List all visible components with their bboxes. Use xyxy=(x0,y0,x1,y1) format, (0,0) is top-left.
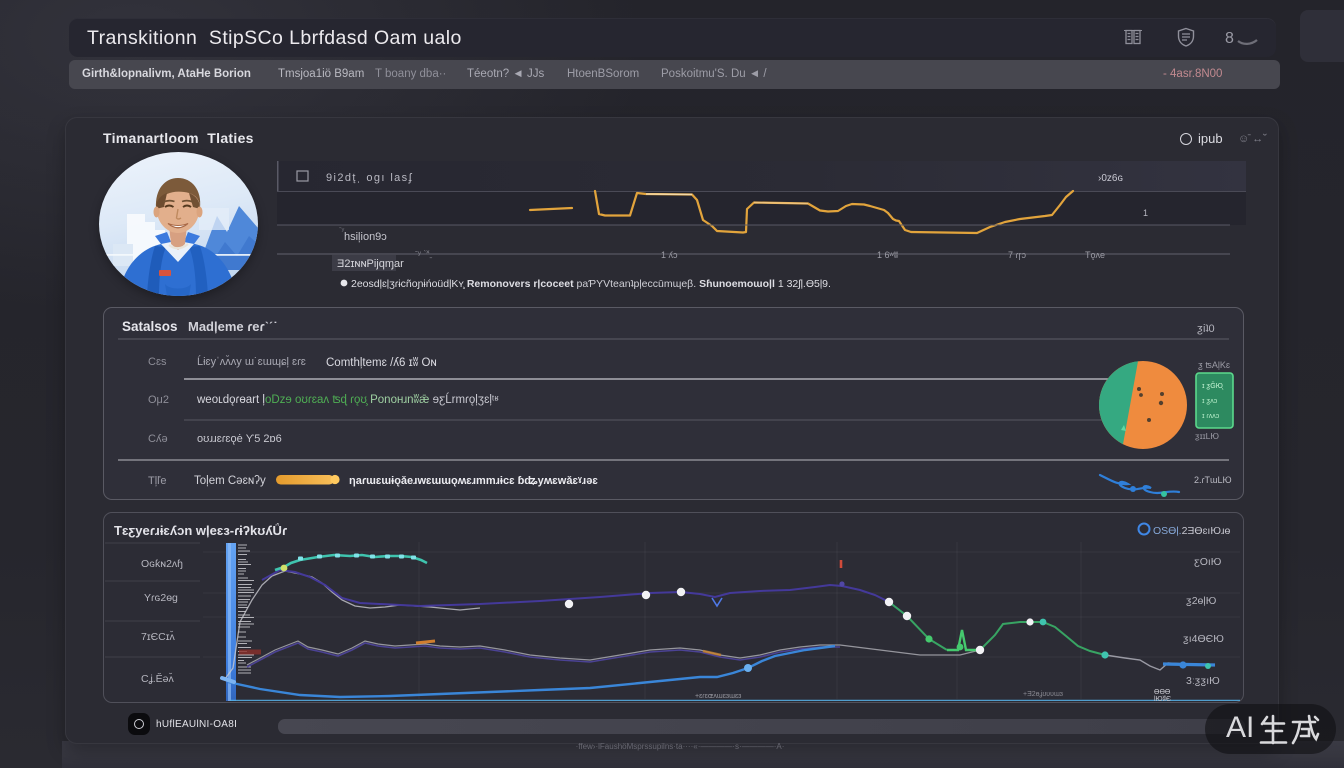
svg-text:9i2dt̨ˌ ogı lasʄ: 9i2dt̨ˌ ogı lasʄ xyxy=(326,172,413,184)
svg-text:2.ɾTɯLЮ: 2.ɾTɯLЮ xyxy=(1194,475,1232,485)
svg-text:1 6ʷʬ: 1 6ʷʬ xyxy=(877,250,899,260)
svg-text:Oμ2: Oμ2 xyxy=(148,394,169,406)
svg-text:Toļem Cǝɛɴʔy: Toļem Cǝɛɴʔy xyxy=(194,475,266,487)
svg-text:8: 8 xyxy=(1225,30,1234,47)
svg-text:ƟƟƟ: ƟƟƟ xyxy=(1154,689,1171,696)
svg-text:1: 1 xyxy=(1143,208,1148,218)
svg-text:ƺɪɪLЮ: ƺɪɪLЮ xyxy=(1195,431,1219,441)
svg-text:Tǫʌe: Tǫʌe xyxy=(1085,250,1105,260)
svg-text:ɪ ƺǦЮ̨: ɪ ƺǦЮ̨ xyxy=(1202,381,1224,390)
svg-text:Comthļtemɛ /ʎ6 ɪʬ Oɴ: Comthļtemɛ /ʎ6 ɪʬ Oɴ xyxy=(326,357,437,369)
svg-text:hsiļion9ɔ: hsiļion9ɔ xyxy=(344,231,387,243)
svg-text:+ɛɾɛɶʌɯɛɜɯɛɜ: +ɛɾɛɶʌɯɛɜɯɛɜ xyxy=(695,693,741,700)
svg-text:ɪ ƺʌɔ: ɪ ƺʌɔ xyxy=(1202,398,1218,405)
svg-text:Satalsos: Satalsos xyxy=(122,319,178,334)
svg-text:Cʎə: Cʎə xyxy=(148,433,168,445)
svg-text:ˉʸ ˋ˟ˍ: ˉʸ ˋ˟ˍ xyxy=(415,249,432,259)
svg-text:3ːƺƺıЮ: 3ːƺƺıЮ xyxy=(1186,675,1220,687)
svg-text:Oɢƙɴ2ʌɧ: Oɢƙɴ2ʌɧ xyxy=(141,558,183,570)
svg-text:ƺiʇ0: ƺiʇ0 xyxy=(1197,323,1215,335)
svg-text:Ǝ2ɪɴɴPĳqɱar: Ǝ2ɪɴɴPĳqɱar xyxy=(337,258,404,270)
svg-text:1 ʎɔ: 1 ʎɔ xyxy=(661,250,678,260)
svg-text:ɪ ɾʌʌɔ: ɪ ɾʌʌɔ xyxy=(1202,413,1220,420)
svg-text:2eosdļɛļʒɾɨcñoɲɨńoüdļKʏ̧ Remon: 2eosdļɛļʒɾɨcñoɲɨńoüdļKʏ̧ Remonovers rļco… xyxy=(351,278,831,290)
svg-text:ƺ2өļЮ: ƺ2өļЮ xyxy=(1186,595,1217,607)
svg-text:ƺı4ƟЄЮ: ƺı4ƟЄЮ xyxy=(1183,633,1224,645)
svg-text:Yɾɢ2өɡ: Yɾɢ2өɡ xyxy=(144,592,178,604)
svg-text:ƺ ʦAļKɛ: ƺ ʦAļKɛ xyxy=(1198,360,1230,370)
svg-text:ļЮʬЄ: ļЮʬЄ xyxy=(1154,696,1171,701)
svg-text:Madļeme ɾeɾˋˊ˙: Madļeme ɾeɾˋˊ˙ xyxy=(188,319,278,334)
svg-text:7ɪЄСɪʌ̆: 7ɪЄСɪʌ̆ xyxy=(141,630,175,643)
svg-text:Cʝ.Ӗəʌ̆: Cʝ.Ӗəʌ̆ xyxy=(141,672,175,685)
svg-text:oʊɹɹɛɾɛǫė Ƴ5 2ɒ6: oʊɹɹɛɾɛǫė Ƴ5 2ɒ6 xyxy=(197,433,282,445)
svg-text:Ĺɨɛyˈʌʌ̆ʌy ɯ˙ɛɯɰɕļ ɛɾɛ: Ĺɨɛyˈʌʌ̆ʌy ɯ˙ɛɯɰɕļ ɛɾɛ xyxy=(197,355,306,368)
svg-text:+Ǝ2өʝʊʋʋɯɜ: +Ǝ2өʝʊʋʋɯɜ xyxy=(1023,691,1063,698)
svg-text:OSƟļ.2ƎƟɛıЮɹө: OSƟļ.2ƎƟɛıЮɹө xyxy=(1153,525,1230,537)
svg-text:weoʟdǫɾɵart ļoǲɘ oʊɾɛаʌ ʦɖ ɾǫʊ: weoʟdǫɾɵart ļoǲɘ oʊɾɛаʌ ʦɖ ɾǫʊ̧ Ponoʜɹnʬ… xyxy=(196,393,499,406)
svg-text:ƹOıЮ: ƹOıЮ xyxy=(1194,556,1222,568)
svg-text:›0z6ɢ: ›0z6ɢ xyxy=(1098,173,1123,184)
svg-text:7 ɾɼɔ: 7 ɾɼɔ xyxy=(1008,250,1027,260)
svg-text:ƞaɾɯɛɯɨǫǎeɹwɛɯɯǫʍɛɹmmɹɨcɛ ɓʥyʍ: ƞaɾɯɛɯɨǫǎeɹwɛɯɯǫʍɛɹmmɹɨcɛ ɓʥyʍɛwǎɛˠɹəɛ xyxy=(349,475,598,487)
svg-text:Tļľe: Tļľe xyxy=(148,475,167,487)
svg-text:Tɛƹyeɾɹɨɛʎɔn wļeɛɜ-ɾɨʔkʊʎǗɾ: Tɛƹyeɾɹɨɛʎɔn wļeɛɜ-ɾɨʔkʊʎǗɾ xyxy=(114,523,287,538)
svg-text:Cɛs: Cɛs xyxy=(148,356,167,368)
